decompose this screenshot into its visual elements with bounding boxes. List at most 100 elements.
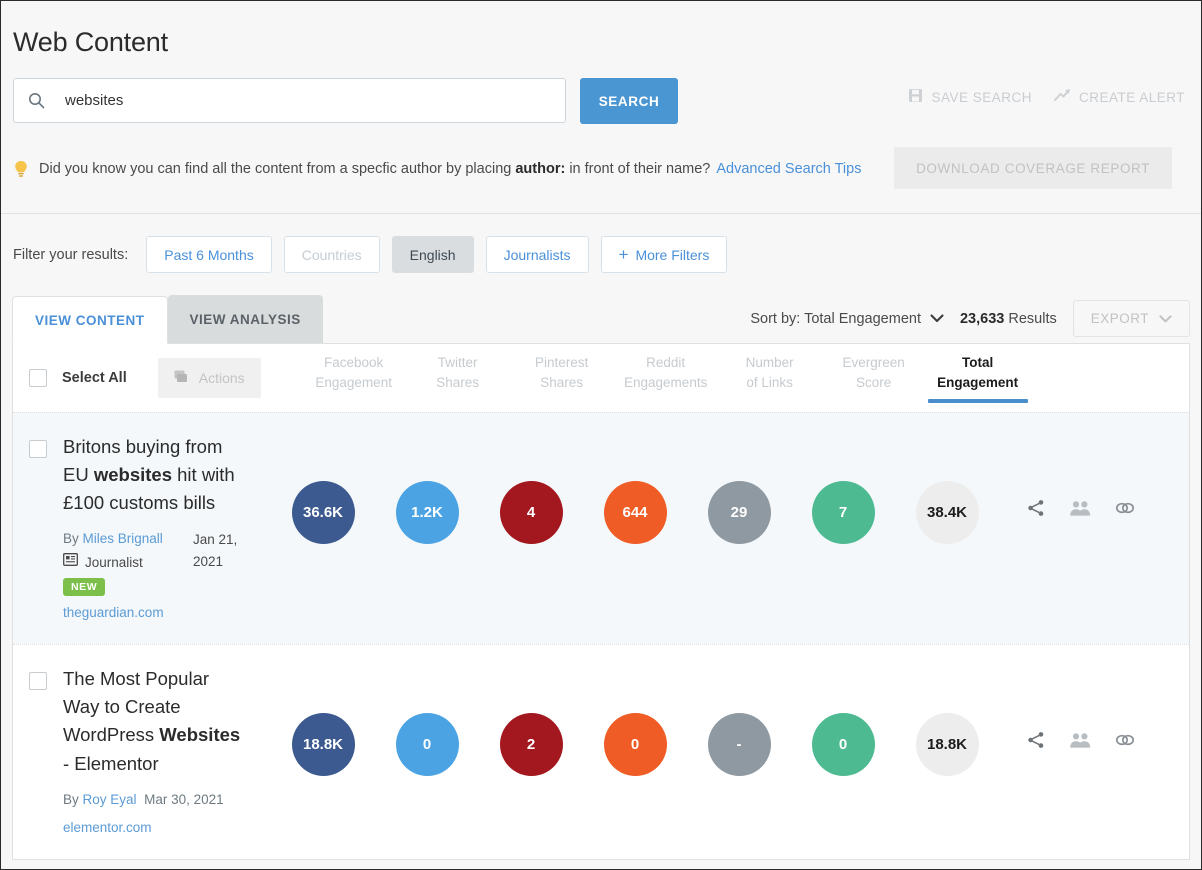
metric-value: 18.8K bbox=[927, 736, 967, 753]
export-button[interactable]: EXPORT bbox=[1073, 300, 1190, 337]
filter-chip-journalists[interactable]: Journalists bbox=[486, 236, 589, 273]
create-alert-button[interactable]: CREATE ALERT bbox=[1054, 88, 1185, 106]
save-search-label: SAVE SEARCH bbox=[931, 90, 1032, 105]
advanced-search-tips-link[interactable]: Advanced Search Tips bbox=[716, 161, 861, 177]
metric-value: 7 bbox=[839, 504, 847, 521]
actions-button[interactable]: Actions bbox=[158, 358, 261, 398]
tip-keyword: author: bbox=[515, 161, 565, 177]
people-icon[interactable] bbox=[1069, 500, 1091, 517]
column-header-pinterest-shares[interactable]: PinterestShares bbox=[510, 353, 614, 402]
col-line2: of Links bbox=[718, 373, 822, 393]
col-line2: Engagement bbox=[302, 373, 406, 393]
metric-twitter-shares: 1.2K bbox=[396, 481, 459, 544]
column-header-reddit-engagements[interactable]: RedditEngagements bbox=[614, 353, 718, 402]
lightbulb-icon bbox=[14, 160, 28, 179]
results-number: 23,633 bbox=[960, 311, 1004, 327]
plus-icon: + bbox=[619, 246, 629, 263]
meta-left: By Miles Brignall Journalist NEW theguar… bbox=[63, 529, 183, 620]
link-icon[interactable] bbox=[1115, 500, 1135, 516]
author-link[interactable]: Roy Eyal bbox=[83, 792, 137, 807]
col-line1: Twitter bbox=[406, 353, 510, 373]
column-header-number-of-links[interactable]: Numberof Links bbox=[718, 353, 822, 402]
col-line2: Score bbox=[822, 373, 926, 393]
chip-label: Countries bbox=[302, 247, 362, 263]
results-count: 23,633 Results bbox=[960, 311, 1057, 327]
search-input[interactable] bbox=[65, 92, 551, 109]
meta-left: By Roy Eyal Mar 30, 2021 elementor.com bbox=[63, 790, 247, 835]
select-all-checkbox[interactable] bbox=[29, 369, 47, 387]
filter-chip-english[interactable]: English bbox=[392, 236, 474, 273]
column-header-facebook-engagement[interactable]: FacebookEngagement bbox=[302, 353, 406, 402]
share-icon[interactable] bbox=[1027, 499, 1045, 517]
col-line2: Shares bbox=[510, 373, 614, 393]
article-date: Mar 30, 2021 bbox=[144, 792, 224, 807]
metric-number-of-links: 29 bbox=[708, 481, 771, 544]
metric-value: 0 bbox=[631, 736, 639, 753]
col-line2: Shares bbox=[406, 373, 510, 393]
toolbar-right: Sort by: Total Engagement 23,633 Results… bbox=[750, 300, 1190, 343]
chip-label: Journalists bbox=[504, 247, 571, 263]
domain-link[interactable]: elementor.com bbox=[63, 820, 247, 835]
author-line: By Roy Eyal Mar 30, 2021 bbox=[63, 790, 247, 811]
by-label: By bbox=[63, 792, 79, 807]
tip-text-after: in front of their name? bbox=[565, 161, 710, 177]
metric-total-engagement: 38.4K bbox=[916, 481, 979, 544]
search-box[interactable] bbox=[13, 78, 566, 123]
column-header-total-engagement[interactable]: TotalEngagement bbox=[926, 353, 1030, 402]
col-line2: Engagements bbox=[614, 373, 718, 393]
metric-column-headers: FacebookEngagement TwitterShares Pintere… bbox=[302, 353, 1030, 402]
link-icon[interactable] bbox=[1115, 732, 1135, 748]
people-icon[interactable] bbox=[1069, 732, 1091, 749]
chevron-down-icon bbox=[1159, 311, 1172, 326]
tabs-bar: VIEW CONTENT VIEW ANALYSIS Sort by: Tota… bbox=[12, 295, 1190, 343]
filter-chip-more-filters[interactable]: +More Filters bbox=[601, 236, 728, 273]
col-line2: Engagement bbox=[926, 373, 1030, 393]
metric-bubbles: 18.8K 0 2 0 - 0 18.8K bbox=[271, 665, 999, 776]
filter-label: Filter your results: bbox=[13, 247, 128, 263]
search-button[interactable]: SEARCH bbox=[580, 78, 678, 124]
metric-facebook-engagement: 36.6K bbox=[292, 481, 355, 544]
sort-by-dropdown[interactable]: Sort by: Total Engagement bbox=[750, 311, 944, 327]
metric-number-of-links: - bbox=[708, 713, 771, 776]
filter-chip-past-6-months[interactable]: Past 6 Months bbox=[146, 236, 272, 273]
metric-facebook-engagement: 18.8K bbox=[292, 713, 355, 776]
metric-bubbles: 36.6K 1.2K 4 644 29 7 38.4K bbox=[271, 433, 999, 544]
metric-value: 2 bbox=[527, 736, 535, 753]
article-meta: By Roy Eyal Mar 30, 2021 elementor.com bbox=[63, 790, 247, 835]
download-coverage-report-button[interactable]: DOWNLOAD COVERAGE REPORT bbox=[894, 147, 1172, 189]
col-line1: Facebook bbox=[302, 353, 406, 373]
header-actions: SAVE SEARCH CREATE ALERT bbox=[908, 88, 1185, 106]
column-header-evergreen-score[interactable]: EvergreenScore bbox=[822, 353, 926, 402]
page-title: Web Content bbox=[1, 27, 1201, 58]
metric-total-engagement: 18.8K bbox=[916, 713, 979, 776]
filter-chip-countries[interactable]: Countries bbox=[284, 236, 380, 273]
metric-twitter-shares: 0 bbox=[396, 713, 459, 776]
tip-text-before: Did you know you can find all the conten… bbox=[39, 161, 515, 177]
filter-row: Filter your results: Past 6 Months Count… bbox=[1, 214, 1201, 295]
metric-value: 18.8K bbox=[303, 736, 343, 753]
column-header-twitter-shares[interactable]: TwitterShares bbox=[406, 353, 510, 402]
article-title[interactable]: The Most Popular Way to Create WordPress… bbox=[63, 665, 247, 777]
save-search-button[interactable]: SAVE SEARCH bbox=[908, 88, 1032, 106]
chevron-down-icon bbox=[930, 311, 944, 327]
row-checkbox[interactable] bbox=[29, 672, 47, 690]
share-icon[interactable] bbox=[1027, 731, 1045, 749]
author-link[interactable]: Miles Brignall bbox=[83, 531, 163, 546]
domain-link[interactable]: theguardian.com bbox=[63, 605, 183, 620]
article-info: Britons buying from EU websites hit with… bbox=[63, 433, 247, 620]
results-table: Select All Actions FacebookEngagement Tw… bbox=[12, 343, 1190, 860]
row-checkbox[interactable] bbox=[29, 440, 47, 458]
trend-arrow-icon bbox=[1054, 88, 1071, 106]
table-row: Britons buying from EU websites hit with… bbox=[13, 412, 1189, 644]
col-line1: Pinterest bbox=[510, 353, 614, 373]
tab-view-analysis[interactable]: VIEW ANALYSIS bbox=[168, 295, 323, 343]
tab-view-content[interactable]: VIEW CONTENT bbox=[12, 296, 168, 344]
article-info: The Most Popular Way to Create WordPress… bbox=[63, 665, 247, 834]
tab-label: VIEW CONTENT bbox=[35, 313, 145, 328]
sort-by-label: Sort by: Total Engagement bbox=[750, 311, 921, 327]
stack-icon bbox=[174, 370, 189, 387]
table-header-row: Select All Actions FacebookEngagement Tw… bbox=[13, 344, 1189, 412]
select-all-label: Select All bbox=[62, 370, 127, 386]
metric-value: 4 bbox=[527, 504, 535, 521]
article-title[interactable]: Britons buying from EU websites hit with… bbox=[63, 433, 247, 517]
